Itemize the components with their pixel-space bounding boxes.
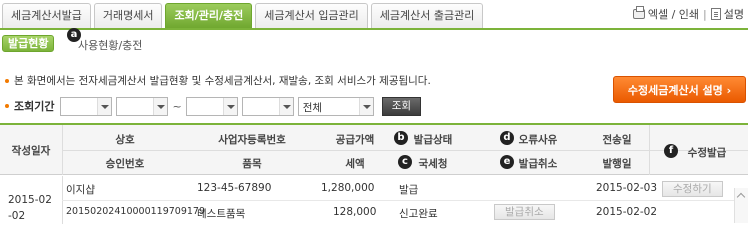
header-supply: 공급가액 — [335, 134, 375, 146]
type-select[interactable]: 전체 — [297, 96, 374, 116]
chevron-down-icon — [153, 97, 168, 115]
help-link[interactable]: 설명 — [724, 6, 744, 22]
annotation-badge-e: e — [500, 155, 514, 169]
annotation-badge-b: b — [394, 131, 408, 145]
header-biz-no: 사업자등록번호 — [218, 134, 286, 146]
range-tilde: ~ — [172, 99, 182, 113]
start-month-select[interactable] — [116, 96, 169, 116]
row-status: 발급 — [399, 184, 419, 196]
divider: | — [703, 7, 707, 21]
header-cancel: 발급취소 — [518, 158, 558, 170]
bullet-icon — [5, 79, 9, 83]
main-tab-bar: 세금계산서발급 거래명세서 조회/관리/충전 세금계산서 입금관리 세금계산서 … — [2, 3, 486, 29]
table-row: 2015-02-02 이지샵 20150202410000119709179 1… — [0, 176, 748, 224]
modify-button[interactable]: 수정하기 — [662, 181, 723, 197]
chevron-down-icon — [358, 97, 373, 115]
subtab-usage-charge[interactable]: 사용현황/충전 — [78, 37, 142, 53]
header-error: 오류사유 — [518, 134, 558, 146]
chevron-down-icon — [278, 97, 293, 115]
row-sent-date: 2015-02-03 — [596, 182, 658, 194]
tab-deposit-manage[interactable]: 세금계산서 입금관리 — [255, 3, 368, 29]
row-date: 2015-02-02 — [8, 194, 52, 222]
row-nts: 신고완료 — [399, 208, 438, 220]
row-issue-date: 2015-02-02 — [596, 206, 658, 218]
info-text: 본 화면에서는 전자세금계산서 발급현황 및 수정세금계산서, 재발송, 조회 … — [5, 73, 431, 88]
row-company: 이지샵 — [66, 184, 95, 196]
row-tax: 128,000 — [333, 206, 377, 218]
period-label: 조회기간 — [14, 100, 55, 113]
annotation-badge-d: d — [500, 131, 514, 145]
subtab-issue-status[interactable]: 발급현황 — [2, 35, 55, 52]
document-icon[interactable] — [710, 8, 721, 20]
start-year-select[interactable] — [60, 96, 113, 116]
annotation-badge-f: f — [664, 144, 678, 158]
header-date: 작성일자 — [11, 145, 51, 157]
tab-tax-invoice-issue[interactable]: 세금계산서발급 — [2, 3, 91, 29]
tab-underline — [0, 28, 748, 30]
modified-invoice-guide-button[interactable]: 수정세금계산서 설명 › — [613, 76, 746, 103]
tab-withdrawal-manage[interactable]: 세금계산서 출금관리 — [370, 3, 484, 29]
chevron-down-icon — [97, 97, 112, 115]
end-month-select[interactable] — [241, 96, 294, 116]
header-status: 발급상태 — [413, 134, 453, 146]
row-approval-no: 20150202410000119709179 — [66, 206, 206, 217]
row-biz-no: 123-45-67890 — [197, 182, 272, 194]
header-issue-date: 발행일 — [602, 158, 632, 170]
top-right-tools: 엑셀 / 인쇄 | 설명 — [632, 6, 744, 22]
printer-icon[interactable] — [632, 6, 645, 19]
header-modify: 수정발급 — [687, 147, 727, 159]
header-sent-date: 전송일 — [602, 134, 632, 146]
search-button[interactable]: 조회 — [381, 96, 422, 116]
table-header: 작성일자 상호 승인번호 사업자등록번호 품목 공급가액 세액 b 발급상태 c… — [0, 125, 748, 175]
scroll-up-button[interactable] — [734, 188, 748, 223]
bullet-icon — [5, 104, 9, 108]
chevron-down-icon — [222, 97, 237, 115]
filter-row: 조회기간 ~ 전체 조회 — [5, 96, 422, 116]
header-company: 상호 — [115, 134, 135, 146]
tab-inquiry-manage-charge[interactable]: 조회/관리/충전 — [165, 3, 253, 29]
header-nts: 국세청 — [418, 158, 448, 170]
invoice-table: 작성일자 상호 승인번호 사업자등록번호 품목 공급가액 세액 b 발급상태 c… — [0, 123, 748, 224]
cancel-issue-button[interactable]: 발급취소 — [494, 204, 555, 220]
row-supply: 1,280,000 — [321, 182, 375, 194]
annotation-badge-c: c — [398, 155, 412, 169]
excel-print-link[interactable]: 엑셀 / 인쇄 — [648, 6, 699, 22]
end-year-select[interactable] — [185, 96, 238, 116]
header-approval-no: 승인번호 — [105, 158, 145, 170]
header-item: 품목 — [242, 158, 262, 170]
row-item: 테스트품목 — [197, 208, 246, 220]
header-tax: 세액 — [345, 158, 365, 170]
tab-transaction-statement[interactable]: 거래명세서 — [93, 3, 163, 29]
